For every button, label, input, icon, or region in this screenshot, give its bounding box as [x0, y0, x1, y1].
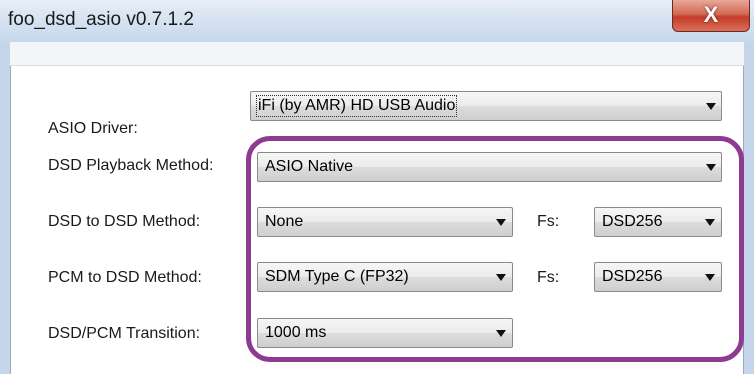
- pcm-to-dsd-method-label: PCM to DSD Method:: [48, 269, 202, 286]
- pcm-to-dsd-method-dropdown[interactable]: SDM Type C (FP32): [257, 262, 513, 292]
- dsd-to-dsd-method-dropdown[interactable]: None: [257, 207, 513, 237]
- dsd-to-dsd-method-value: None: [265, 213, 304, 230]
- dsd-pcm-transition-dropdown[interactable]: 1000 ms: [257, 318, 513, 348]
- pcm-to-dsd-fs-value: DSD256: [602, 268, 663, 285]
- close-icon: X: [703, 2, 719, 27]
- dsd-to-dsd-fs-label: Fs:: [537, 213, 560, 230]
- chevron-down-icon: [496, 219, 506, 226]
- dsd-playback-method-dropdown[interactable]: ASIO Native: [257, 152, 722, 182]
- pcm-to-dsd-fs-dropdown[interactable]: DSD256: [594, 262, 722, 292]
- chevron-down-icon: [705, 219, 715, 226]
- dsd-to-dsd-fs-dropdown[interactable]: DSD256: [594, 207, 722, 237]
- chevron-down-icon: [496, 274, 506, 281]
- dsd-playback-method-label: DSD Playback Method:: [48, 157, 214, 174]
- chevron-down-icon: [706, 103, 716, 110]
- dsd-pcm-transition-value: 1000 ms: [265, 324, 327, 341]
- dialog-window: foo_dsd_asio v0.7.1.2 X ASIO Driver: iFi…: [0, 0, 754, 374]
- close-button[interactable]: X: [672, 0, 750, 32]
- asio-driver-value: iFi (by AMR) HD USB Audio: [255, 95, 458, 117]
- dsd-playback-method-value: ASIO Native: [265, 158, 354, 175]
- dsd-pcm-transition-label: DSD/PCM Transition:: [48, 325, 201, 342]
- chevron-down-icon: [496, 330, 506, 337]
- chevron-down-icon: [706, 164, 716, 171]
- asio-driver-label: ASIO Driver:: [48, 120, 138, 137]
- pcm-to-dsd-method-value: SDM Type C (FP32): [265, 268, 409, 285]
- window-title: foo_dsd_asio v0.7.1.2: [8, 9, 194, 30]
- client-top-strip: [10, 42, 744, 66]
- dsd-to-dsd-fs-value: DSD256: [602, 213, 663, 230]
- chevron-down-icon: [705, 274, 715, 281]
- title-bar[interactable]: foo_dsd_asio v0.7.1.2 X: [0, 0, 754, 42]
- asio-driver-dropdown[interactable]: iFi (by AMR) HD USB Audio: [250, 91, 722, 121]
- dsd-to-dsd-method-label: DSD to DSD Method:: [48, 213, 201, 230]
- pcm-to-dsd-fs-label: Fs:: [537, 269, 560, 286]
